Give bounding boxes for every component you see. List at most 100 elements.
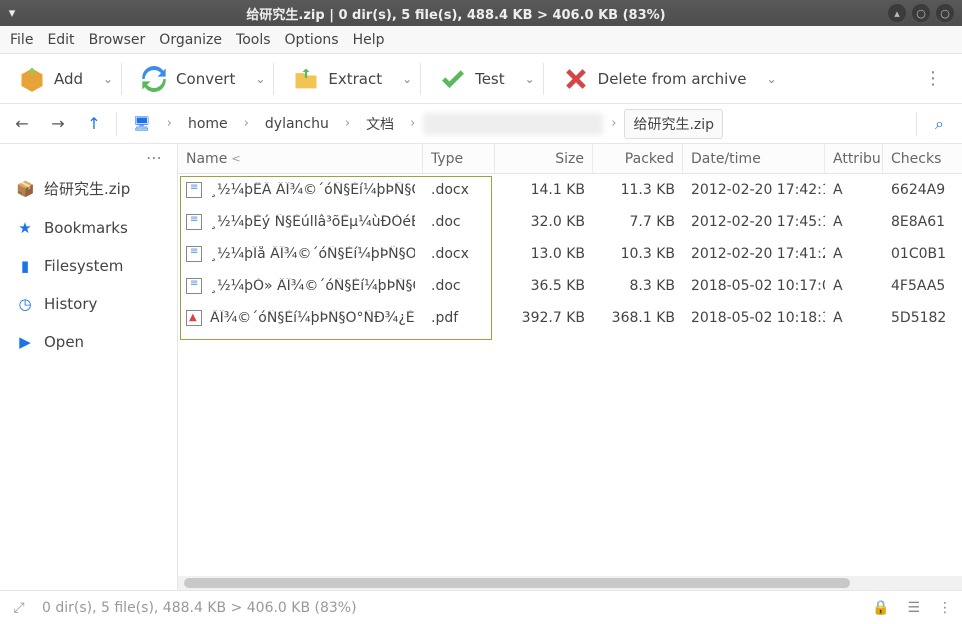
add-label: Add — [54, 70, 83, 88]
check-icon — [439, 65, 467, 93]
file-date: 2012-02-20 17:42:1 — [683, 174, 825, 206]
test-label: Test — [475, 70, 505, 88]
menu-options[interactable]: Options — [285, 32, 339, 48]
file-attr: A — [825, 206, 883, 238]
box-add-icon — [18, 65, 46, 93]
col-packed[interactable]: Packed — [593, 144, 683, 173]
file-checksum: 4F5AA5 — [883, 270, 962, 302]
bc-archive[interactable]: 给研究生.zip — [624, 109, 723, 139]
menu-edit[interactable]: Edit — [47, 32, 74, 48]
file-row[interactable]: ÄÏ¾©´óÑ§Èí¼þÞÑ§Ö°ÑÐ¾¿Éú.pdf392.7 KB368.1… — [178, 302, 962, 334]
search-icon[interactable]: ⌕ — [925, 114, 954, 134]
window-title: 给研究生.zip | 0 dir(s), 5 file(s), 488.4 KB… — [24, 4, 888, 23]
view-details-icon[interactable]: ☰ — [907, 600, 920, 616]
convert-icon — [140, 65, 168, 93]
horizontal-scrollbar[interactable] — [178, 576, 962, 590]
test-dropdown[interactable]: ⌄ — [519, 72, 535, 86]
sort-indicator: < — [231, 152, 240, 165]
lock-icon[interactable]: 🔒 — [872, 600, 889, 616]
file-row[interactable]: ¸½¼þÎå ÄÏ¾©´óÑ§Èí¼þÞÑ§Ö°.docx13.0 KB10.3… — [178, 238, 962, 270]
col-checksum[interactable]: Checks — [883, 144, 962, 173]
file-attr: A — [825, 174, 883, 206]
toolbar: Add ⌄ Convert ⌄ Extract ⌄ Test ⌄ Delete … — [0, 54, 962, 104]
convert-dropdown[interactable]: ⌄ — [249, 72, 265, 86]
close-button[interactable]: ○ — [936, 4, 954, 22]
delete-dropdown[interactable]: ⌄ — [760, 72, 776, 86]
maximize-button[interactable]: ○ — [912, 4, 930, 22]
file-row[interactable]: ¸½¼þËÄ ÄÏ¾©´óÑ§Èí¼þÞÑ§Ö.docx14.1 KB11.3 … — [178, 174, 962, 206]
expand-icon[interactable]: ⤢ — [10, 600, 28, 616]
file-checksum: 5D5182 — [883, 302, 962, 334]
col-date[interactable]: Date/time — [683, 144, 825, 173]
sidebar-item-1[interactable]: ★Bookmarks — [0, 209, 177, 247]
sidebar-item-3[interactable]: ◷History — [0, 285, 177, 323]
file-attr: A — [825, 238, 883, 270]
status-overflow[interactable]: ⋮ — [938, 600, 952, 616]
extract-button[interactable]: Extract — [282, 59, 392, 99]
sidebar-item-0[interactable]: 📦 给研究生.zip — [0, 168, 177, 209]
test-button[interactable]: Test — [429, 59, 515, 99]
file-ext: .docx — [423, 238, 495, 270]
menu-file[interactable]: File — [10, 32, 33, 48]
col-name[interactable]: Name< — [178, 144, 423, 173]
breadcrumb: 🖥 › home › dylanchu › 文档 › › 给研究生.zip — [125, 109, 908, 139]
file-row[interactable]: ¸½¼þÒ» ÄÏ¾©´óÑ§Èí¼þÞÑ§Ö.doc36.5 KB8.3 KB… — [178, 270, 962, 302]
extract-dropdown[interactable]: ⌄ — [396, 72, 412, 86]
nav-forward[interactable]: → — [44, 110, 72, 138]
file-list: ¸½¼þËÄ ÄÏ¾©´óÑ§Èí¼þÞÑ§Ö.docx14.1 KB11.3 … — [178, 174, 962, 576]
file-name: ¸½¼þÈý Ñ§Èúllâ³õÈµ¼ùÐÒéÉ — [210, 214, 415, 230]
file-panel: Name< Type Size Packed Date/time Attribu… — [178, 144, 962, 590]
bc-computer-icon[interactable]: 🖥 — [125, 112, 159, 136]
menu-organize[interactable]: Organize — [159, 32, 222, 48]
extract-label: Extract — [328, 70, 382, 88]
file-packed: 11.3 KB — [593, 174, 683, 206]
add-dropdown[interactable]: ⌄ — [97, 72, 113, 86]
chevron-icon: › — [607, 116, 620, 131]
file-size: 392.7 KB — [495, 302, 593, 334]
sidebar-label: Filesystem — [44, 257, 123, 275]
bc-redacted[interactable] — [423, 113, 603, 135]
sidebar-label: 给研究生.zip — [44, 178, 130, 199]
app-menu-icon[interactable]: ▾ — [0, 6, 24, 21]
convert-label: Convert — [176, 70, 235, 88]
doc-icon — [186, 182, 202, 198]
file-size: 14.1 KB — [495, 174, 593, 206]
sidebar-item-2[interactable]: ▮ Filesystem — [0, 247, 177, 285]
file-date: 2012-02-20 17:45:1 — [683, 206, 825, 238]
file-date: 2012-02-20 17:41:2 — [683, 238, 825, 270]
chevron-icon: › — [406, 116, 419, 131]
sidebar: ⋯ 📦 给研究生.zip ★Bookmarks ▮ Filesystem ◷History… — [0, 144, 178, 590]
sidebar-icon: 📦 — [16, 180, 34, 198]
statusbar: ⤢ 0 dir(s), 5 file(s), 488.4 KB > 406.0 … — [0, 590, 962, 624]
file-ext: .doc — [423, 206, 495, 238]
navbar: ← → ↑ 🖥 › home › dylanchu › 文档 › › 给研究生.… — [0, 104, 962, 144]
delete-icon — [562, 65, 590, 93]
menu-tools[interactable]: Tools — [236, 32, 271, 48]
nav-up[interactable]: ↑ — [80, 110, 108, 138]
sidebar-icon: ▮ — [16, 257, 34, 275]
menu-help[interactable]: Help — [353, 32, 385, 48]
file-name: ¸½¼þÒ» ÄÏ¾©´óÑ§Èí¼þÞÑ§Ö — [210, 278, 415, 294]
convert-button[interactable]: Convert — [130, 59, 245, 99]
sidebar-overflow[interactable]: ⋯ — [0, 148, 177, 168]
minimize-button[interactable]: ▴ — [888, 4, 906, 22]
delete-label: Delete from archive — [598, 70, 747, 88]
doc-icon — [186, 214, 202, 230]
file-checksum: 8E8A61 — [883, 206, 962, 238]
extract-icon — [292, 65, 320, 93]
col-attr[interactable]: Attribu — [825, 144, 883, 173]
menu-browser[interactable]: Browser — [89, 32, 146, 48]
col-type[interactable]: Type — [423, 144, 495, 173]
toolbar-overflow[interactable]: ⋮ — [912, 68, 954, 89]
bc-user[interactable]: dylanchu — [257, 112, 337, 136]
status-text: 0 dir(s), 5 file(s), 488.4 KB > 406.0 KB… — [42, 600, 357, 616]
bc-docs[interactable]: 文档 — [358, 110, 402, 138]
delete-button[interactable]: Delete from archive — [552, 59, 757, 99]
add-button[interactable]: Add — [8, 59, 93, 99]
sidebar-item-4[interactable]: ▶Open — [0, 323, 177, 361]
col-size[interactable]: Size — [495, 144, 593, 173]
file-row[interactable]: ¸½¼þÈý Ñ§Èúllâ³õÈµ¼ùÐÒéÉ.doc32.0 KB7.7 K… — [178, 206, 962, 238]
nav-back[interactable]: ← — [8, 110, 36, 138]
menubar: File Edit Browser Organize Tools Options… — [0, 26, 962, 54]
bc-home[interactable]: home — [180, 112, 236, 136]
